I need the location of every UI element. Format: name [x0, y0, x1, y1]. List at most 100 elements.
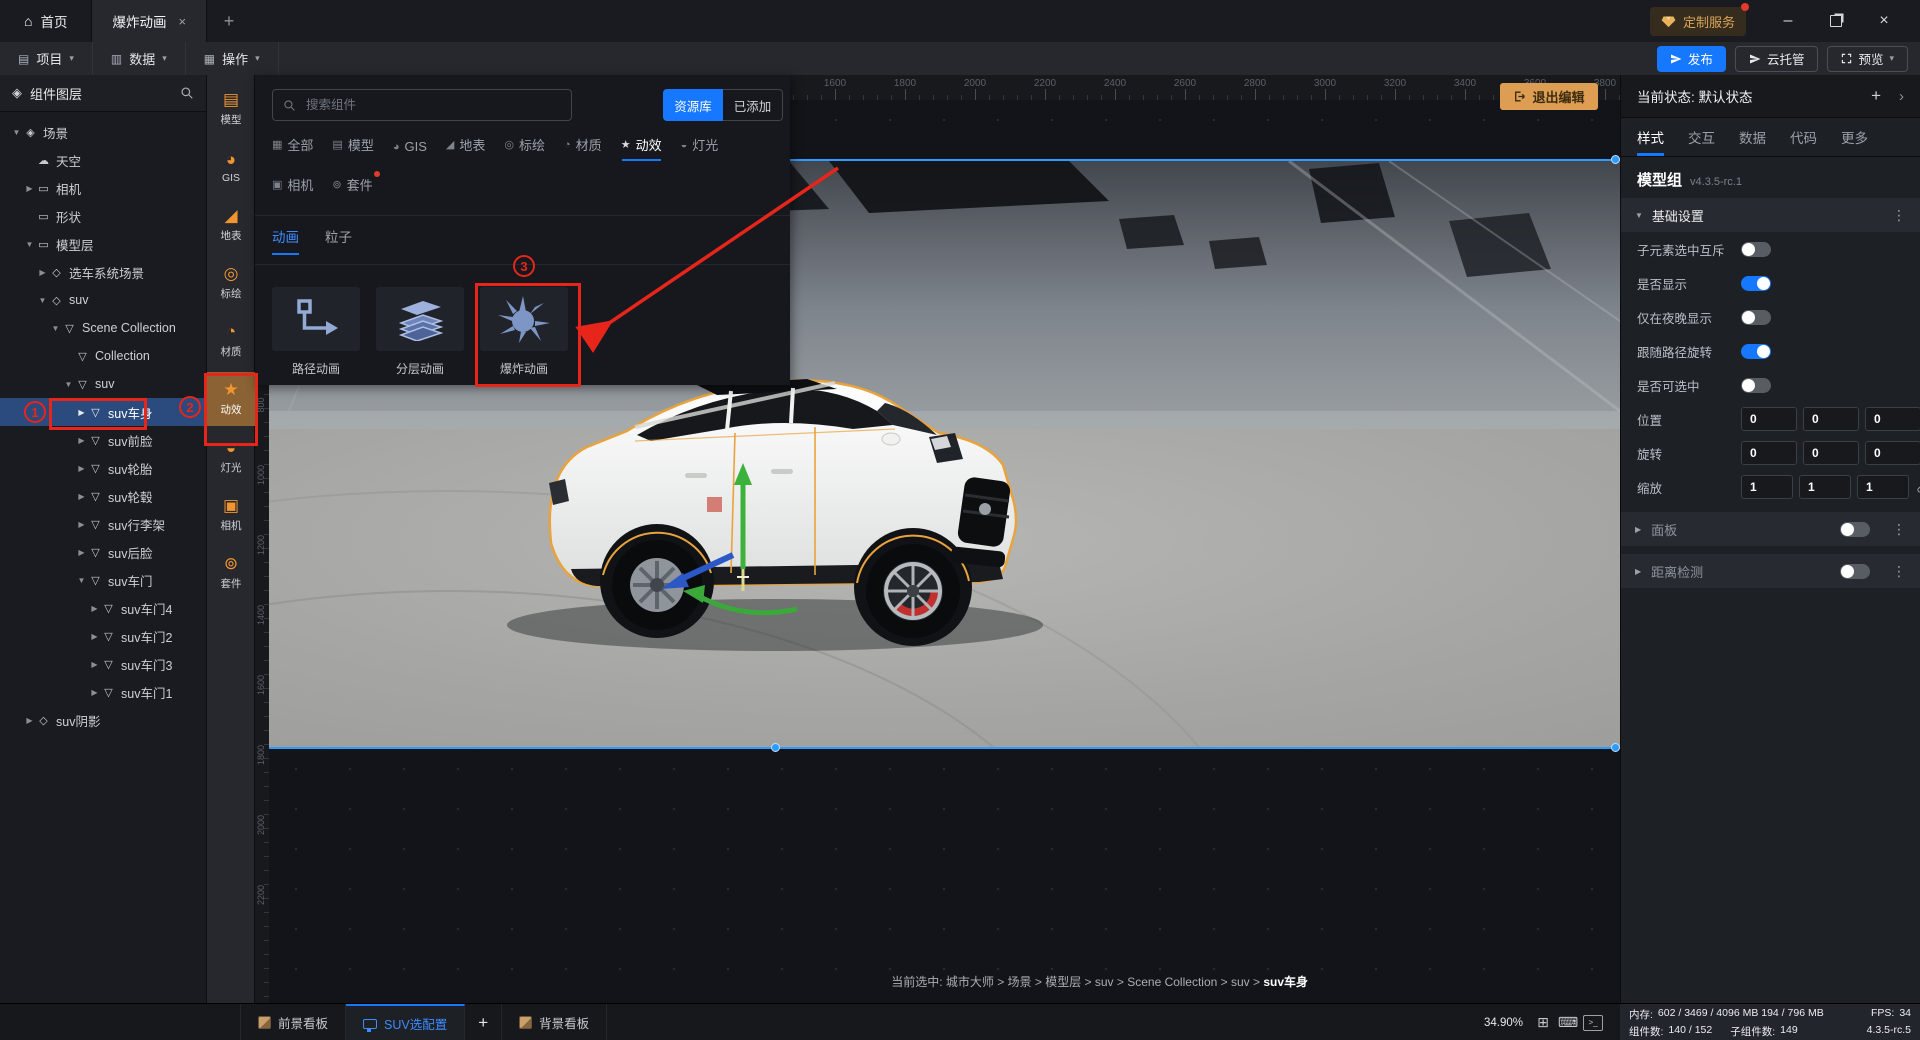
close-button[interactable]: × [1860, 0, 1908, 42]
dock-item-模型[interactable]: ▤ 模型 [207, 82, 255, 136]
layer-tree-item[interactable]: ▼ ▽ suv车门 [0, 566, 206, 594]
旋转-x-input[interactable] [1741, 441, 1797, 465]
dock-item-GIS[interactable]: ◕ GIS [207, 140, 255, 194]
publish-button[interactable]: 发布 [1656, 45, 1726, 72]
位置-z-input[interactable] [1865, 407, 1920, 431]
chevron-right-icon[interactable]: › [1899, 88, 1904, 105]
旋转-z-input[interactable] [1865, 441, 1920, 465]
cloud-hosting-button[interactable]: 云托管 [1734, 45, 1819, 72]
dock-item-相机[interactable]: ▣ 相机 [207, 488, 255, 542]
board-tab-背景看板[interactable]: 背景看板 [502, 1004, 608, 1040]
tab-代码[interactable]: 代码 [1790, 118, 1817, 156]
asset-card-分层动画[interactable]: 分层动画 [376, 287, 464, 377]
位置-y-input[interactable] [1803, 407, 1859, 431]
tree-arrow-icon[interactable]: ▶ [75, 436, 88, 445]
preview-button[interactable]: 预览 ▾ [1827, 45, 1908, 72]
asset-search-input[interactable] [304, 97, 561, 113]
layer-tree-item[interactable]: ▶ ▽ suv车门1 [0, 678, 206, 706]
link-icon[interactable] [1916, 481, 1920, 493]
kebab-menu-icon[interactable]: ⋮ [1892, 521, 1906, 538]
filter-材质[interactable]: ◔ 材质 [564, 135, 602, 161]
kebab-menu-icon[interactable]: ⋮ [1892, 207, 1906, 224]
fit-screen-icon[interactable]: ⊞ [1533, 1013, 1553, 1033]
filter-灯光[interactable]: ◒ 灯光 [681, 135, 719, 161]
layer-tree-item[interactable]: ▽ Collection [0, 342, 206, 370]
console-icon[interactable]: >_ [1583, 1013, 1603, 1033]
filter-相机[interactable]: ▣ 相机 [272, 175, 313, 201]
subtab-动画[interactable]: 动画 [272, 226, 299, 255]
缩放-y-input[interactable] [1799, 475, 1851, 499]
keyboard-shortcuts-icon[interactable]: ⌨ [1558, 1013, 1578, 1033]
toggle-面板[interactable] [1840, 521, 1870, 537]
layer-tree-item[interactable]: ▶ ▭ 相机 [0, 174, 206, 202]
layer-tree-item[interactable]: ▼ ▭ 模型层 [0, 230, 206, 258]
toggle-仅在夜晚显示[interactable] [1741, 309, 1771, 325]
layer-tree-item[interactable]: ▶ ▽ suv行李架 [0, 510, 206, 538]
home-tab[interactable]: ⌂ 首页 [0, 0, 91, 42]
tab-更多[interactable]: 更多 [1841, 118, 1868, 156]
section-面板[interactable]: ▶ 面板 ⋮ [1621, 512, 1920, 546]
tree-arrow-icon[interactable]: ▶ [75, 548, 88, 557]
dock-item-标绘[interactable]: ◎ 标绘 [207, 256, 255, 310]
layer-tree-item[interactable]: ▶ ▽ suv前脸 [0, 426, 206, 454]
section-距离检测[interactable]: ▶ 距离检测 ⋮ [1621, 554, 1920, 588]
filter-地表[interactable]: ◢ 地表 [446, 135, 485, 161]
tree-arrow-icon[interactable]: ▶ [23, 716, 36, 725]
menu-2[interactable]: ▥ 数据 ▾ [93, 42, 186, 75]
filter-标绘[interactable]: ◎ 标绘 [504, 135, 545, 161]
layer-tree-item[interactable]: ▭ 形状 [0, 202, 206, 230]
tree-arrow-icon[interactable]: ▶ [88, 660, 101, 669]
tree-arrow-icon[interactable]: ▶ [75, 464, 88, 473]
tree-arrow-icon[interactable]: ▶ [88, 604, 101, 613]
tree-arrow-icon[interactable]: ▶ [88, 632, 101, 641]
search-icon[interactable] [180, 86, 194, 100]
tree-arrow-icon[interactable]: ▼ [49, 324, 62, 333]
filter-全部[interactable]: ▦ 全部 [272, 135, 313, 161]
缩放-x-input[interactable] [1741, 475, 1793, 499]
layer-tree-item[interactable]: ▶ ▽ suv轮胎 [0, 454, 206, 482]
filter-动效[interactable]: ★ 动效 [621, 135, 662, 161]
zoom-level[interactable]: 34.90% [1484, 1017, 1523, 1029]
menu-3[interactable]: ▦ 操作 ▾ [186, 42, 279, 75]
layer-tree-item[interactable]: ▼ ▽ suv [0, 370, 206, 398]
layer-tree-item[interactable]: ▶ ▽ suv车门3 [0, 650, 206, 678]
toggle-距离检测[interactable] [1840, 563, 1870, 579]
board-tab-SUV选配置[interactable]: SUV选配置 [346, 1004, 466, 1040]
dock-item-套件[interactable]: ⊚ 套件 [207, 546, 255, 600]
tree-arrow-icon[interactable]: ▼ [62, 380, 75, 389]
asset-card-路径动画[interactable]: 路径动画 [272, 287, 360, 377]
tree-arrow-icon[interactable]: ▼ [23, 240, 36, 249]
document-tab[interactable]: 爆炸动画 × [91, 0, 208, 42]
kebab-menu-icon[interactable]: ⋮ [1892, 563, 1906, 580]
added-tab[interactable]: 已添加 [723, 89, 783, 121]
缩放-z-input[interactable] [1857, 475, 1909, 499]
minimize-button[interactable]: – [1764, 0, 1812, 42]
menu-1[interactable]: ▤ 项目 ▾ [0, 42, 93, 75]
dock-item-材质[interactable]: ◔ 材质 [207, 314, 255, 368]
frame-handle[interactable] [1611, 155, 1620, 164]
subtab-粒子[interactable]: 粒子 [325, 226, 352, 255]
tree-arrow-icon[interactable]: ▶ [75, 492, 88, 501]
tab-交互[interactable]: 交互 [1688, 118, 1715, 156]
位置-x-input[interactable] [1741, 407, 1797, 431]
tree-arrow-icon[interactable]: ▶ [75, 520, 88, 529]
tree-arrow-icon[interactable]: ▶ [36, 268, 49, 277]
add-board-button[interactable]: + [465, 1004, 503, 1040]
layer-tree-item[interactable]: ▼ ◇ suv [0, 286, 206, 314]
filter-模型[interactable]: ▤ 模型 [332, 135, 373, 161]
filter-GIS[interactable]: ◕ GIS [393, 139, 427, 161]
add-state-button[interactable]: + [1871, 86, 1881, 106]
layer-tree-item[interactable]: ▶ ▽ suv车门2 [0, 622, 206, 650]
layer-tree-item[interactable]: ▶ ◇ suv阴影 [0, 706, 206, 734]
tree-arrow-icon[interactable]: ▼ [10, 128, 23, 137]
dock-item-地表[interactable]: ◢ 地表 [207, 198, 255, 252]
toggle-子元素选中互斥[interactable] [1741, 241, 1771, 257]
exit-edit-button[interactable]: 退出编辑 [1500, 83, 1598, 110]
tree-arrow-icon[interactable]: ▶ [88, 688, 101, 697]
toggle-跟随路径旋转[interactable] [1741, 343, 1771, 359]
layer-tree-item[interactable]: ▼ ◈ 场景 [0, 118, 206, 146]
layer-tree-item[interactable]: ▼ ▽ Scene Collection [0, 314, 206, 342]
library-tab[interactable]: 资源库 [663, 89, 723, 121]
filter-套件[interactable]: ⊚ 套件 [332, 171, 380, 201]
custom-service-button[interactable]: 定制服务 [1649, 2, 1749, 36]
